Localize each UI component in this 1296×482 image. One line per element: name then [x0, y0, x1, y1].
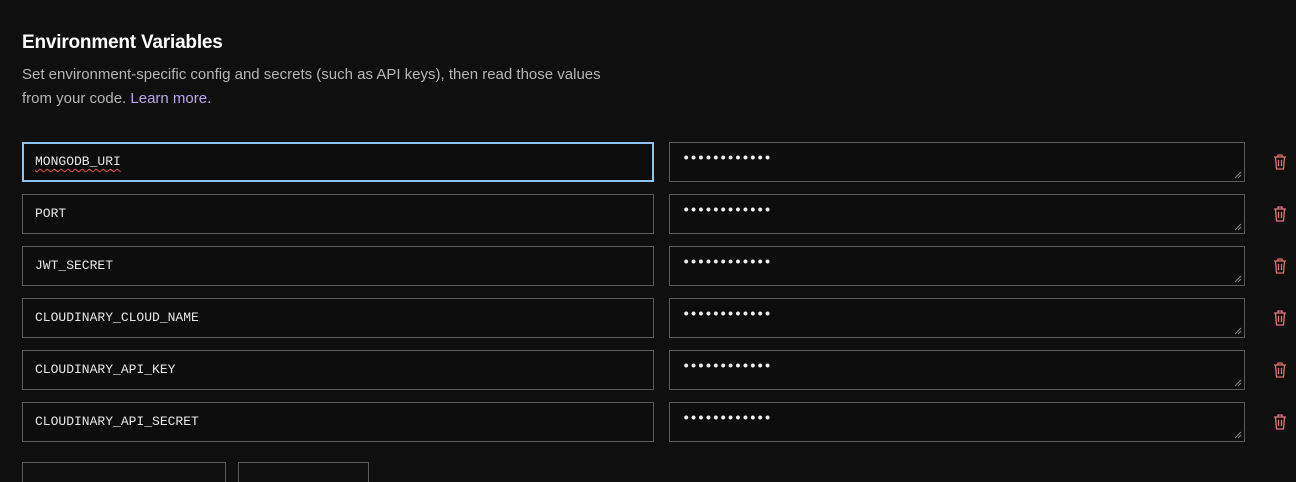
env-key-input[interactable]: MONGODB_URI: [22, 142, 654, 182]
env-key-input[interactable]: JWT_SECRET: [22, 246, 654, 286]
add-variable-button[interactable]: [22, 462, 226, 482]
env-value-input[interactable]: ••••••••••••: [669, 246, 1245, 286]
env-key-input[interactable]: CLOUDINARY_CLOUD_NAME: [22, 298, 654, 338]
env-var-row: CLOUDINARY_API_KEY ••••••••••••: [22, 350, 1296, 390]
env-value-text: ••••••••••••: [682, 359, 772, 375]
env-value-input[interactable]: ••••••••••••: [669, 194, 1245, 234]
resize-grip-icon[interactable]: [1234, 379, 1242, 387]
env-var-row: PORT ••••••••••••: [22, 194, 1296, 234]
section-title: Environment Variables: [22, 32, 223, 53]
env-value-input[interactable]: ••••••••••••: [669, 142, 1245, 182]
env-value-input[interactable]: ••••••••••••: [669, 298, 1245, 338]
trash-icon[interactable]: [1272, 413, 1288, 431]
env-var-list: MONGODB_URI •••••••••••• PORT ••••••••••…: [22, 142, 1296, 454]
trash-icon[interactable]: [1272, 257, 1288, 275]
section-description: Set environment-specific config and secr…: [22, 63, 602, 111]
env-value-text: ••••••••••••: [682, 307, 772, 323]
resize-grip-icon[interactable]: [1234, 171, 1242, 179]
env-value-input[interactable]: ••••••••••••: [669, 350, 1245, 390]
add-from-env-button[interactable]: [238, 462, 369, 482]
resize-grip-icon[interactable]: [1234, 275, 1242, 283]
learn-more-link[interactable]: Learn more.: [130, 90, 211, 107]
env-key-input[interactable]: CLOUDINARY_API_SECRET: [22, 402, 654, 442]
resize-grip-icon[interactable]: [1234, 223, 1242, 231]
environment-variables-section: Environment Variables Set environment-sp…: [22, 0, 1296, 482]
resize-grip-icon[interactable]: [1234, 327, 1242, 335]
env-var-row: JWT_SECRET ••••••••••••: [22, 246, 1296, 286]
env-var-row: CLOUDINARY_CLOUD_NAME ••••••••••••: [22, 298, 1296, 338]
env-value-text: ••••••••••••: [682, 151, 772, 167]
env-value-input[interactable]: ••••••••••••: [669, 402, 1245, 442]
env-value-text: ••••••••••••: [682, 255, 772, 271]
env-var-row: MONGODB_URI ••••••••••••: [22, 142, 1296, 182]
trash-icon[interactable]: [1272, 361, 1288, 379]
env-var-row: CLOUDINARY_API_SECRET ••••••••••••: [22, 402, 1296, 442]
description-text: Set environment-specific config and secr…: [22, 66, 601, 107]
trash-icon[interactable]: [1272, 205, 1288, 223]
env-key-text: MONGODB_URI: [35, 154, 121, 169]
env-value-text: ••••••••••••: [682, 203, 772, 219]
trash-icon[interactable]: [1272, 309, 1288, 327]
trash-icon[interactable]: [1272, 153, 1288, 171]
env-value-text: ••••••••••••: [682, 411, 772, 427]
env-key-input[interactable]: CLOUDINARY_API_KEY: [22, 350, 654, 390]
resize-grip-icon[interactable]: [1234, 431, 1242, 439]
env-key-input[interactable]: PORT: [22, 194, 654, 234]
